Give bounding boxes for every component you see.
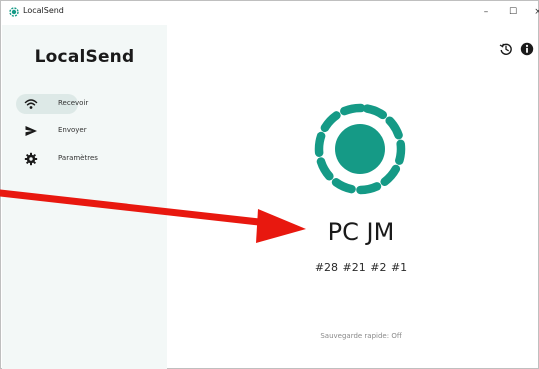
quick-save-status[interactable]: Sauvegarde rapide: Off [261, 332, 461, 340]
sidebar-item-label: Recevoir [58, 99, 89, 107]
gear-icon [24, 152, 38, 166]
info-icon[interactable] [520, 42, 534, 56]
sidebar-item-settings[interactable]: Paramètres [16, 149, 98, 169]
device-name: PC JM [327, 218, 395, 246]
sidebar-item-receive[interactable]: Recevoir [16, 94, 88, 114]
minimize-button[interactable]: – [479, 5, 493, 19]
wifi-icon [24, 99, 38, 109]
localsend-app-icon [9, 7, 19, 17]
app-name: LocalSend [34, 47, 135, 67]
history-icon[interactable] [499, 42, 513, 56]
sidebar-item-label: Paramètres [58, 154, 98, 162]
title-bar[interactable]: LocalSend – ☐ × [1, 1, 539, 25]
sidebar-item-label: Envoyer [58, 126, 87, 134]
device-tags: #28 #21 #2 #1 [314, 261, 408, 274]
sidebar: LocalSend Recevoir Envoyer Paramètres [2, 25, 167, 369]
window-title: LocalSend [23, 6, 64, 15]
app-window: LocalSend – ☐ × LocalSend Recevoir Envoy… [0, 0, 539, 369]
send-icon [25, 126, 37, 136]
sidebar-item-send[interactable]: Envoyer [16, 121, 87, 141]
maximize-button[interactable]: ☐ [506, 5, 520, 19]
close-button[interactable]: × [531, 5, 539, 19]
device-logo [314, 103, 406, 195]
